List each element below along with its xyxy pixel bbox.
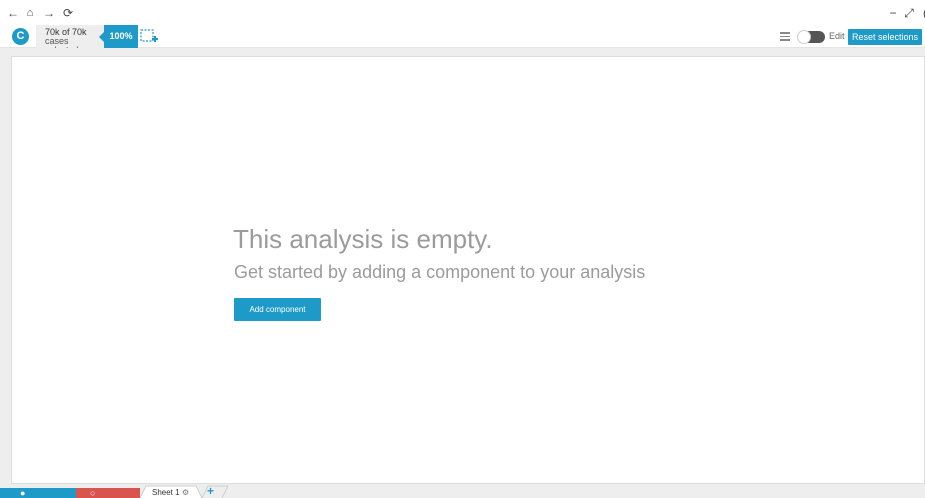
menu-icon[interactable] (780, 32, 790, 41)
expand-icon[interactable]: ⤢ (902, 5, 916, 21)
selection-percent-badge: 100% (99, 25, 138, 48)
add-sheet-icon[interactable]: + (207, 485, 214, 498)
person-icon: ● (20, 488, 26, 498)
filter-icon: ○ (90, 488, 96, 498)
bottom-bar: ● ○ Sheet 1 ⚙ + (0, 485, 925, 498)
minimize-icon[interactable]: − (886, 5, 900, 21)
edit-toggle[interactable] (797, 30, 825, 44)
toggle-knob (797, 30, 811, 44)
empty-state-title: This analysis is empty. (233, 224, 493, 254)
bottom-blue-tab[interactable]: ● (0, 488, 76, 498)
toolbar: C 70k of 70k cases selected 100% Edit Re… (0, 25, 925, 55)
app-logo: C (12, 28, 29, 45)
add-component-button[interactable]: Add component (234, 298, 321, 321)
analysis-canvas: This analysis is empty. Get started by a… (11, 56, 925, 484)
selection-summary: 70k of 70k cases selected (36, 25, 104, 55)
sheet-tab[interactable]: Sheet 1 (146, 487, 180, 498)
forward-arrow-icon[interactable]: → (41, 5, 57, 21)
navbar: ← ⌂ → ⟳ − ⤢ ( (0, 0, 925, 25)
close-icon[interactable]: ( (918, 5, 925, 21)
add-selection-icon[interactable] (140, 29, 160, 45)
reload-icon[interactable]: ⟳ (60, 5, 76, 21)
back-arrow-icon[interactable]: ← (5, 5, 21, 21)
home-icon[interactable]: ⌂ (22, 5, 38, 21)
sheet-settings-icon[interactable]: ⚙ (182, 487, 189, 498)
edit-label: Edit (829, 31, 845, 41)
bottom-red-tab[interactable]: ○ (76, 488, 140, 498)
reset-selections-button[interactable]: Reset selections (848, 29, 922, 45)
canvas-frame: This analysis is empty. Get started by a… (0, 48, 925, 485)
empty-state-subtitle: Get started by adding a component to you… (234, 262, 646, 282)
